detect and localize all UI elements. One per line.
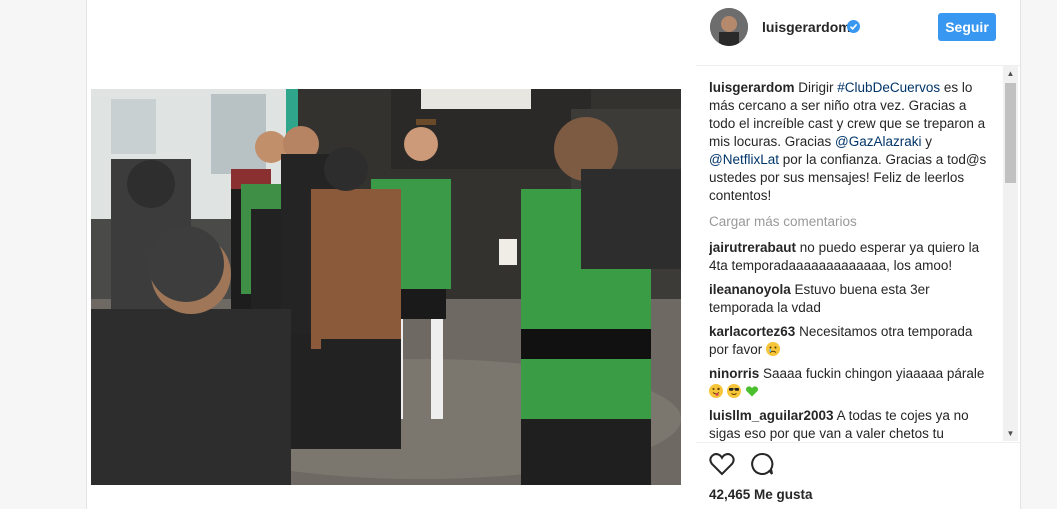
follow-button[interactable]: Seguir [938,13,996,41]
heart-icon[interactable] [709,452,735,476]
comment-username[interactable]: karlacortez63 [709,324,795,339]
comment-item: luisllm_aguilar2003 A todas te cojes ya … [709,407,994,441]
hashtag-link[interactable]: #ClubDeCuervos [837,80,940,95]
verified-badge-icon [847,20,860,33]
comment-bubble-icon[interactable] [750,452,774,476]
comment-item: jairutrerabaut no puedo esperar ya quier… [709,239,994,275]
load-more-comments-link[interactable]: Cargar más comentarios [709,213,994,231]
scroll-down-arrow-icon[interactable]: ▼ [1003,426,1018,441]
comment-item: ninorris Saaaa fuckin chingon yiaaaaa pá… [709,365,994,401]
avatar[interactable] [710,8,748,46]
comment-text: Saaaa fuckin chingon yiaaaaa párale [763,366,985,381]
scroll-up-arrow-icon[interactable]: ▲ [1003,66,1018,81]
browser-right-margin [1020,0,1057,509]
comments-list: luisgerardom Dirigir #ClubDeCuervos es l… [709,79,994,441]
caption-username[interactable]: luisgerardom [709,80,795,95]
comment-username[interactable]: ileananoyola [709,282,791,297]
crying-face-icon [766,342,781,356]
post-photo[interactable] [91,89,681,485]
comment-username[interactable]: luisllm_aguilar2003 [709,408,834,423]
comments-scrollbar[interactable]: ▲ ▼ [1003,66,1018,441]
scrollbar-thumb[interactable] [1005,83,1016,183]
comment-item: ileananoyola Estuvo buena esta 3er tempo… [709,281,994,317]
green-heart-icon [745,384,759,398]
likes-count[interactable]: 42,465 Me gusta [709,487,813,502]
mention-link[interactable]: @NetflixLat [709,152,779,167]
caption-text-0: Dirigir [798,80,838,95]
header-username[interactable]: luisgerardom [762,19,851,35]
caption-text-4: y [921,134,933,149]
sunglasses-face-icon [726,384,741,398]
caption: luisgerardom Dirigir #ClubDeCuervos es l… [709,79,994,205]
comment-username[interactable]: ninorris [709,366,759,381]
mention-link[interactable]: @GazAlazraki [835,134,921,149]
comment-item: karlacortez63 Necesitamos otra temporada… [709,323,994,359]
tongue-face-icon [709,384,723,398]
comment-username[interactable]: jairutrerabaut [709,240,796,255]
browser-left-margin [0,0,87,509]
